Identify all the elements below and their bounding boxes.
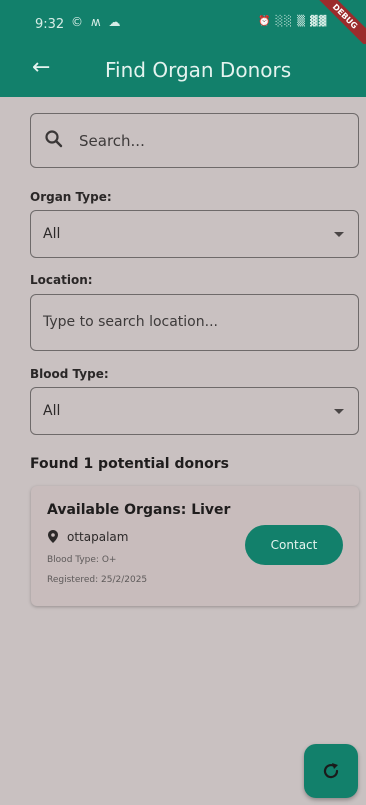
location-label: Location: — [30, 273, 93, 287]
organ-type-select[interactable]: All — [30, 210, 359, 258]
page-title: Find Organ Donors — [105, 58, 292, 82]
search-placeholder: Search... — [79, 132, 145, 150]
blood-type-value: All — [43, 403, 61, 419]
back-arrow-icon[interactable]: ← — [32, 56, 50, 80]
contact-button[interactable]: Contact — [245, 525, 343, 565]
results-heading: Found 1 potential donors — [30, 456, 229, 472]
status-time: 9:32 — [35, 17, 65, 32]
search-icon — [45, 130, 63, 148]
donor-organs-title: Available Organs: Liver — [47, 502, 231, 518]
status-bar: 9:32 © ʍ ☁ ⏰ ░░ ▒ ▓▓ DEBUG — [0, 0, 366, 52]
notification-icons: © ʍ ☁ — [71, 15, 123, 29]
donor-blood-type: Blood Type: O+ — [47, 555, 117, 565]
caret-down-icon — [334, 409, 344, 414]
location-pin-icon — [48, 530, 58, 543]
location-input[interactable]: Type to search location... — [30, 294, 359, 351]
organ-type-label: Organ Type: — [30, 190, 112, 204]
blood-type-label: Blood Type: — [30, 367, 109, 381]
caret-down-icon — [334, 232, 344, 237]
donor-registered-date: Registered: 25/2/2025 — [47, 575, 148, 585]
blood-type-select[interactable]: All — [30, 387, 359, 435]
organ-type-value: All — [43, 226, 61, 242]
location-placeholder: Type to search location... — [43, 314, 218, 330]
app-bar: ← Find Organ Donors — [0, 44, 366, 97]
search-input[interactable]: Search... — [30, 113, 359, 168]
refresh-icon — [323, 763, 339, 779]
refresh-button[interactable] — [304, 744, 358, 798]
donor-card: Available Organs: Liver ottapalam Blood … — [31, 486, 359, 606]
system-status-icons: ⏰ ░░ ▒ ▓▓ — [258, 16, 328, 27]
donor-location: ottapalam — [67, 530, 129, 544]
